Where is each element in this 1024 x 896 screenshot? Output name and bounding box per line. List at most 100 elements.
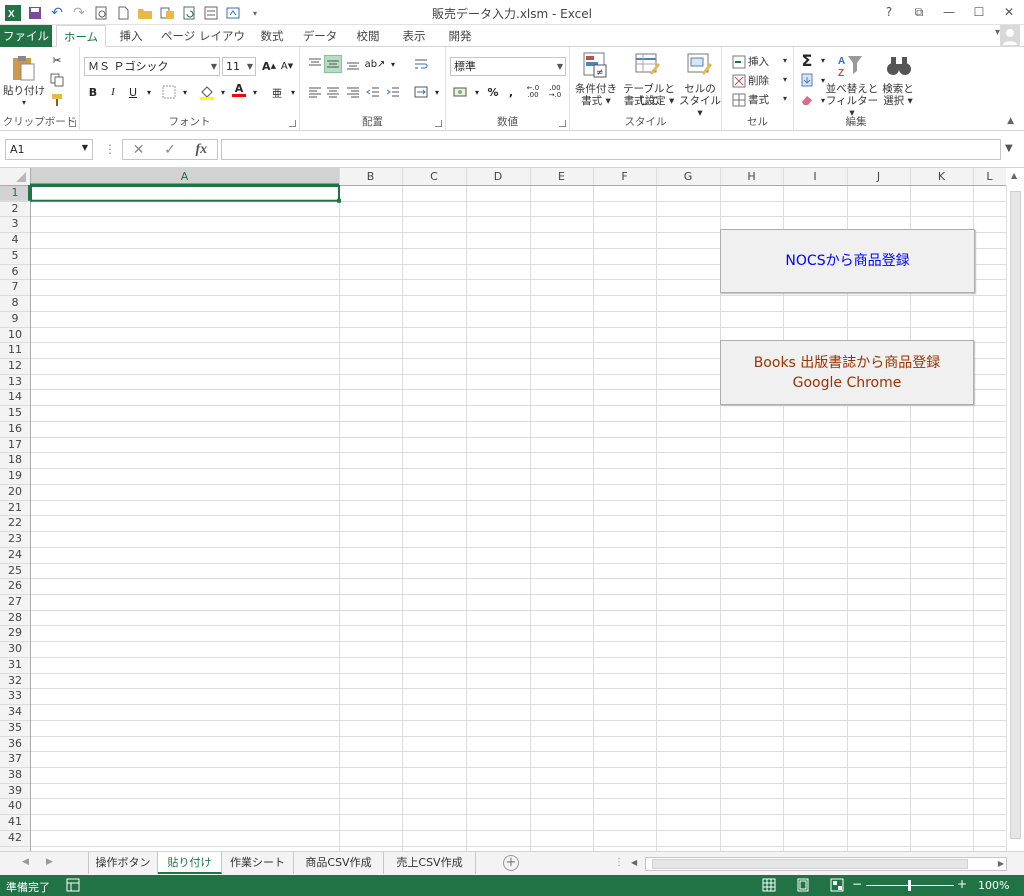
insert-cells-button[interactable]: 挿入	[748, 56, 774, 68]
row-header-31[interactable]: 31	[0, 657, 30, 673]
find-select-icon[interactable]	[886, 53, 912, 79]
font-name-select[interactable]: ＭＳ Ｐゴシック ▼	[84, 57, 220, 76]
row-header-13[interactable]: 13	[0, 374, 30, 390]
italic-icon[interactable]: I	[104, 83, 122, 101]
column-header-h[interactable]: H	[720, 168, 783, 185]
column-header-f[interactable]: F	[593, 168, 656, 185]
tab-developer[interactable]: 開発	[442, 25, 478, 47]
format-cells-button[interactable]: 書式	[748, 94, 774, 106]
zoom-slider-thumb[interactable]	[908, 880, 911, 891]
page-layout-view-icon[interactable]	[796, 878, 810, 895]
wrap-text-icon[interactable]	[412, 55, 430, 73]
row-header-10[interactable]: 10	[0, 327, 30, 343]
row-header-28[interactable]: 28	[0, 610, 30, 626]
cell-styles-icon[interactable]	[686, 51, 714, 79]
fill-handle[interactable]	[337, 198, 341, 203]
tab-review[interactable]: 校閲	[350, 25, 386, 47]
row-header-21[interactable]: 21	[0, 500, 30, 516]
horizontal-scroll-thumb[interactable]	[652, 859, 968, 869]
borders-dropdown-icon[interactable]: ▾	[176, 83, 194, 101]
normal-view-icon[interactable]	[762, 878, 776, 895]
row-header-18[interactable]: 18	[0, 452, 30, 468]
tab-split-handle-icon[interactable]: ⋮	[614, 857, 624, 868]
row-header-42[interactable]: 42	[0, 830, 30, 846]
column-header-i[interactable]: I	[783, 168, 847, 185]
align-center-icon[interactable]	[324, 83, 342, 101]
column-header-b[interactable]: B	[339, 168, 402, 185]
nocs-register-button[interactable]: NOCSから商品登録	[720, 229, 975, 293]
autosum-dropdown-icon[interactable]: ▾	[814, 51, 832, 69]
user-avatar[interactable]	[1000, 25, 1020, 47]
row-header-11[interactable]: 11	[0, 342, 30, 358]
row-header-40[interactable]: 40	[0, 798, 30, 814]
tab-formulas[interactable]: 数式	[254, 25, 290, 47]
conditional-formatting-icon[interactable]: ≠	[582, 51, 608, 79]
zoom-out-icon[interactable]: −	[852, 877, 862, 891]
row-header-25[interactable]: 25	[0, 563, 30, 579]
clipboard-launcher-icon[interactable]	[69, 120, 76, 127]
underline-dropdown-icon[interactable]: ▾	[140, 83, 158, 101]
sheet-tab-sales-csv[interactable]: 売上CSV作成	[384, 852, 476, 874]
row-header-36[interactable]: 36	[0, 736, 30, 752]
number-launcher-icon[interactable]	[559, 120, 566, 127]
row-header-7[interactable]: 7	[0, 279, 30, 295]
row-header-16[interactable]: 16	[0, 421, 30, 437]
sort-filter-icon[interactable]: AZ	[836, 53, 864, 79]
row-header-33[interactable]: 33	[0, 688, 30, 704]
copy-icon[interactable]	[48, 71, 66, 89]
row-header-38[interactable]: 38	[0, 767, 30, 783]
column-header-l[interactable]: L	[973, 168, 1006, 185]
scroll-tabs-right-icon[interactable]: ▶	[46, 857, 53, 867]
maximize-icon[interactable]: ☐	[964, 0, 994, 24]
formula-input[interactable]	[221, 139, 1001, 160]
row-header-22[interactable]: 22	[0, 515, 30, 531]
row-header-41[interactable]: 41	[0, 814, 30, 830]
ribbon-display-options-icon[interactable]: ⧉	[904, 0, 934, 24]
paste-dropdown-icon[interactable]: ▾	[18, 97, 30, 109]
scroll-right-icon[interactable]: ▶	[998, 859, 1004, 868]
minimize-icon[interactable]: —	[934, 0, 964, 24]
row-header-3[interactable]: 3	[0, 216, 30, 232]
number-format-select[interactable]: 標準 ▼	[450, 57, 566, 76]
column-header-a[interactable]: A	[30, 168, 339, 185]
row-header-32[interactable]: 32	[0, 673, 30, 689]
row-header-29[interactable]: 29	[0, 625, 30, 641]
row-header-26[interactable]: 26	[0, 578, 30, 594]
close-icon[interactable]: ✕	[994, 0, 1024, 24]
active-cell-border[interactable]	[30, 185, 340, 202]
horizontal-scrollbar[interactable]: ▶	[645, 857, 1007, 871]
format-cells-icon[interactable]	[730, 91, 748, 109]
format-as-table-button[interactable]: 書式設定 ▾	[618, 95, 680, 107]
zoom-level[interactable]: 100%	[978, 879, 1009, 892]
help-icon[interactable]: ?	[874, 0, 904, 24]
row-header-2[interactable]: 2	[0, 201, 30, 217]
tab-page-layout[interactable]: ページ レイアウト	[158, 25, 248, 65]
books-register-button[interactable]: Books 出版書誌から商品登録 Google Chrome	[720, 340, 974, 405]
worksheet-grid[interactable]: ABCDEFGHIJKL 1 2 3 4 5 6 7 8 9 10 11 12 13 14 15 16 17 18…	[0, 168, 1024, 851]
scroll-tabs-left-icon[interactable]: ◀	[22, 857, 29, 867]
vertical-scrollbar[interactable]: ▲	[1006, 171, 1024, 851]
format-dropdown-icon[interactable]: ▾	[780, 93, 790, 105]
orientation-dropdown-icon[interactable]: ▾	[384, 55, 402, 73]
delete-cells-button[interactable]: 削除	[748, 75, 774, 87]
row-header-5[interactable]: 5	[0, 248, 30, 264]
decrease-indent-icon[interactable]	[364, 83, 382, 101]
row-header-34[interactable]: 34	[0, 704, 30, 720]
tab-view[interactable]: 表示	[396, 25, 432, 47]
zoom-in-icon[interactable]: +	[957, 877, 967, 891]
sheet-tab-paste[interactable]: 貼り付け	[158, 852, 222, 874]
cancel-entry-icon[interactable]: ✕	[133, 142, 145, 158]
name-box[interactable]: A1 ▼	[5, 139, 93, 160]
tab-insert[interactable]: 挿入	[112, 25, 150, 47]
row-header-12[interactable]: 12	[0, 358, 30, 374]
row-header-17[interactable]: 17	[0, 437, 30, 453]
align-right-icon[interactable]	[344, 83, 362, 101]
expand-formula-bar-icon[interactable]: ▼	[1005, 143, 1013, 154]
row-header-23[interactable]: 23	[0, 531, 30, 547]
tab-data[interactable]: データ	[300, 25, 340, 47]
row-header-8[interactable]: 8	[0, 295, 30, 311]
sheet-tab-product-csv[interactable]: 商品CSV作成	[294, 852, 384, 874]
decrease-font-icon[interactable]: A ▼	[278, 57, 296, 75]
sheet-tab-buttons[interactable]: 操作ボタン	[88, 852, 158, 874]
increase-font-icon[interactable]: A ▲	[260, 57, 278, 75]
